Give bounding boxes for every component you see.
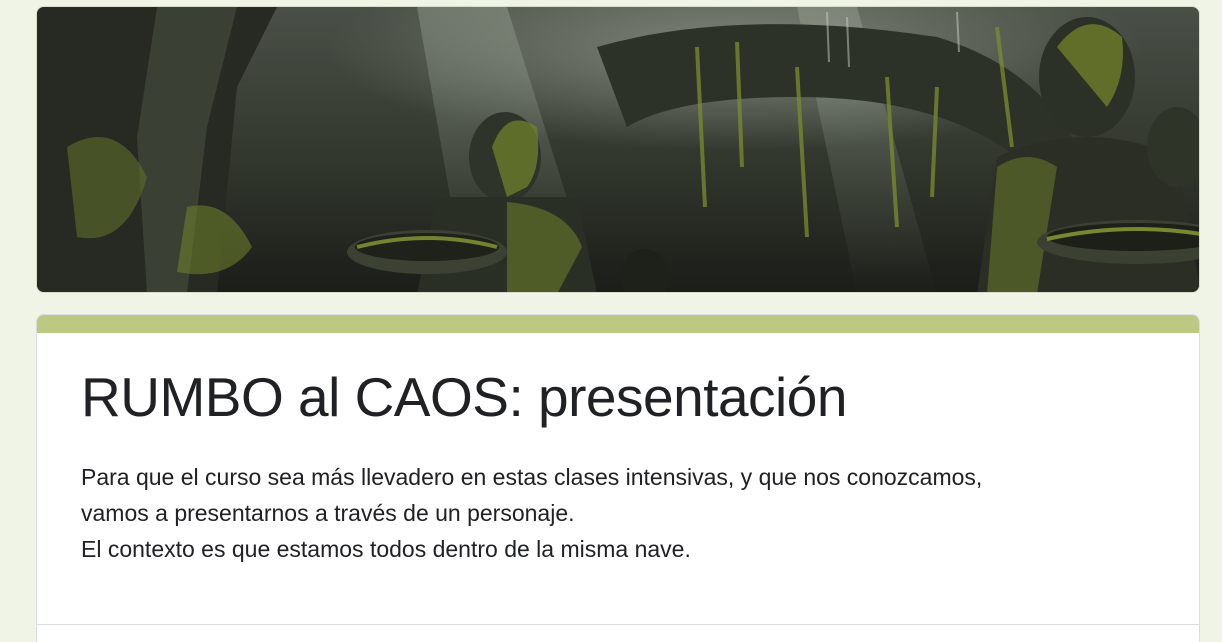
form-title: RUMBO al CAOS: presentación: [81, 366, 847, 428]
description-line: El contexto es que estamos todos dentro …: [81, 536, 691, 562]
description-line: Para que el curso sea más llevadero en e…: [81, 464, 983, 490]
form-page: RUMBO al CAOS: presentación Para que el …: [0, 0, 1222, 642]
accent-bar: [37, 315, 1199, 333]
form-description: Para que el curso sea más llevadero en e…: [81, 459, 1161, 567]
divider: [37, 624, 1199, 625]
description-line: vamos a presentarnos a través de un pers…: [81, 500, 575, 526]
form-header-card: RUMBO al CAOS: presentación Para que el …: [36, 314, 1200, 642]
header-image: [36, 6, 1200, 293]
